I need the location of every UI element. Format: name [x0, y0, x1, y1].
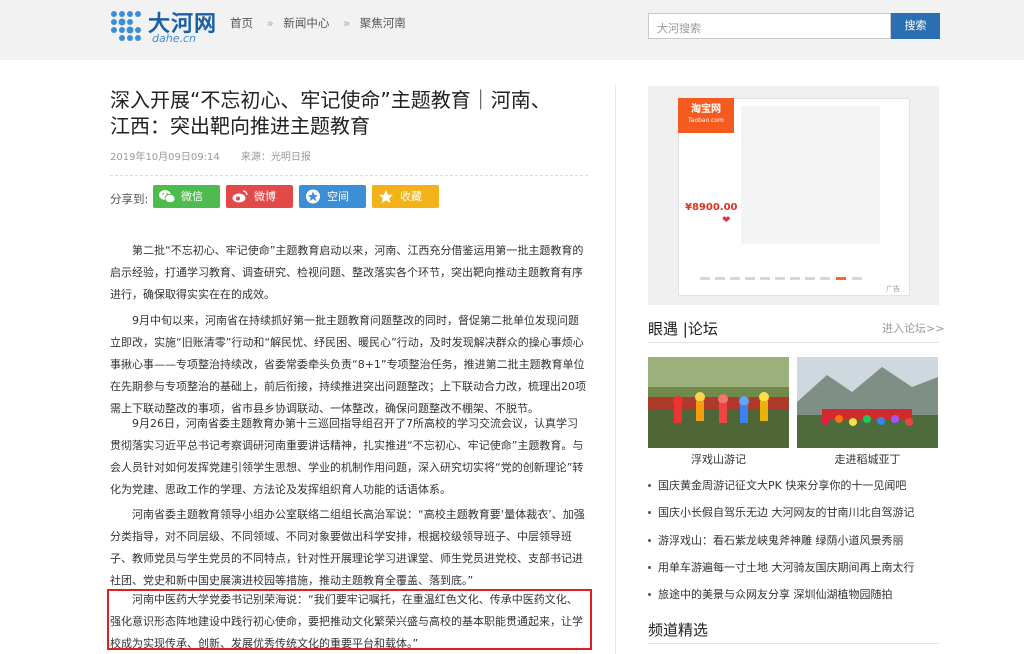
- list-item[interactable]: 用单车游遍每一寸土地 大河骑友国庆期间再上南太行: [648, 559, 948, 586]
- breadcrumb-news-center[interactable]: 新闻中心: [283, 16, 329, 30]
- breadcrumb: 首页 » 新闻中心 » 聚焦河南: [230, 15, 410, 31]
- share-favorite-label: 收藏: [400, 190, 422, 203]
- star-icon: [379, 190, 393, 203]
- ad-brand-sub: Taobao.com: [688, 117, 724, 124]
- article-paragraph: 河南省委主题教育领导小组办公室联络二组组长高治军说：“高校主题教育要‘量体裁衣’…: [110, 508, 585, 587]
- article-paragraph: 第二批“不忘初心、牢记使命”主题教育启动以来，河南、江西充分借鉴运用第一批主题教…: [110, 244, 584, 301]
- share-divider: [110, 175, 588, 176]
- share-weibo-button[interactable]: 微博: [226, 185, 293, 208]
- site-header: 大河网 dahe.cn 首页 » 新闻中心 » 聚焦河南 大河搜索 搜索: [0, 0, 1024, 60]
- ad-brand-name: 淘宝网: [691, 104, 721, 115]
- ad-label: 广告: [886, 285, 900, 293]
- section-divider: [648, 643, 939, 644]
- qzone-star-icon: [306, 189, 320, 204]
- list-item[interactable]: 国庆黄金周游记征文大PK 快来分享你的十一见闻吧: [648, 477, 948, 504]
- photo-thumb-fuxi[interactable]: [648, 357, 789, 448]
- forum-more-link[interactable]: 进入论坛>>: [882, 320, 944, 336]
- section-divider: [648, 342, 939, 343]
- highlight-box: [107, 589, 592, 650]
- share-weibo-label: 微博: [254, 190, 276, 203]
- forum-news-list: 国庆黄金周游记征文大PK 快来分享你的十一见闻吧 国庆小长假自驾乐无边 大河网友…: [648, 477, 948, 613]
- carousel-dot-active[interactable]: [836, 277, 846, 280]
- photo-daocheng-image: [797, 357, 938, 448]
- article-date: 2019年10月09日09:14: [110, 152, 220, 163]
- share-wechat-button[interactable]: 微信: [153, 185, 220, 208]
- carousel-dot[interactable]: [805, 277, 815, 280]
- ad-price: ¥8900.00: [685, 202, 738, 213]
- logo-subtext: dahe.cn: [152, 32, 196, 45]
- breadcrumb-home[interactable]: 首页: [230, 16, 253, 30]
- carousel-dot[interactable]: [775, 277, 785, 280]
- breadcrumb-separator: »: [343, 16, 351, 30]
- share-favorite-button[interactable]: 收藏: [372, 185, 439, 208]
- list-item[interactable]: 旅途中的美景与众网友分享 深圳仙湖植物园随拍: [648, 586, 948, 613]
- wechat-icon: [159, 190, 175, 204]
- breadcrumb-separator: »: [266, 16, 274, 30]
- share-label: 分享到:: [110, 192, 149, 206]
- list-item[interactable]: 国庆小长假自驾乐无边 大河网友的甘南川北自驾游记: [648, 504, 948, 531]
- article-paragraph: 9月26日，河南省委主题教育办第十三巡回指导组召开了7所高校的学习交流会议，认真…: [110, 417, 584, 496]
- site-logo[interactable]: 大河网 dahe.cn: [108, 6, 218, 46]
- section-title-channel: 频道精选: [648, 621, 709, 639]
- carousel-dot[interactable]: [730, 277, 740, 280]
- carousel-dot[interactable]: [715, 277, 725, 280]
- ad-product-image[interactable]: [741, 106, 880, 244]
- share-wechat-label: 微信: [181, 190, 203, 203]
- photo-fuxi-image: [648, 357, 789, 448]
- article-title: 深入开展“不忘初心、牢记使命”主题教育｜河南、江西：突出靶向推进主题教育: [110, 88, 551, 138]
- list-item[interactable]: 游浮戏山：看石紫龙峡鬼斧神雕 绿荫小道风景秀丽: [648, 532, 948, 559]
- column-divider: [615, 85, 616, 654]
- carousel-dot[interactable]: [760, 277, 770, 280]
- share-qzone-label: 空间: [327, 190, 349, 203]
- ad-brand-logo: 淘宝网 Taobao.com: [678, 98, 734, 133]
- carousel-dot[interactable]: [852, 277, 862, 280]
- photo-caption[interactable]: 走进稻城亚丁: [797, 451, 938, 467]
- photo-thumb-daocheng[interactable]: [797, 357, 938, 448]
- article-source: 来源：光明日报: [240, 152, 311, 163]
- section-title-forum: 眼遇 |论坛: [648, 320, 718, 338]
- weibo-icon: [232, 190, 248, 203]
- article-paragraph: 9月中旬以来，河南省在持续抓好第一批主题教育问题整改的同时，督促第二批单位发现问…: [110, 314, 586, 415]
- photo-caption[interactable]: 浮戏山游记: [648, 451, 789, 467]
- article-meta: 2019年10月09日09:14 来源：光明日报: [110, 148, 311, 163]
- logo-dots-icon: [111, 11, 141, 41]
- carousel-dot[interactable]: [820, 277, 830, 280]
- search-button[interactable]: 搜索: [891, 13, 940, 39]
- share-qzone-button[interactable]: 空间: [299, 185, 366, 208]
- search-input[interactable]: 大河搜索: [648, 13, 891, 39]
- heart-icon[interactable]: ❤: [722, 216, 734, 226]
- carousel-dot[interactable]: [790, 277, 800, 280]
- carousel-dot[interactable]: [700, 277, 710, 280]
- carousel-dot[interactable]: [745, 277, 755, 280]
- breadcrumb-focus-henan[interactable]: 聚焦河南: [360, 16, 406, 30]
